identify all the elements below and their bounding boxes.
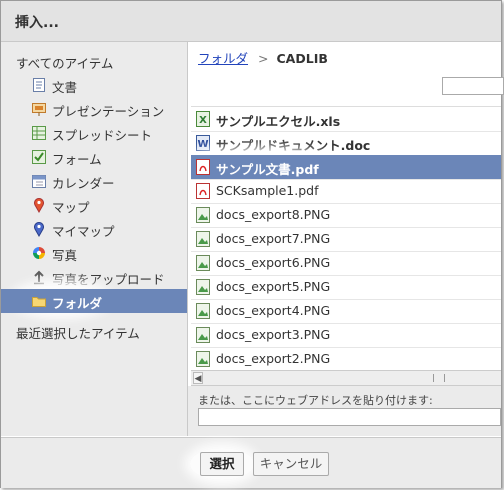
sidebar-item-label: フォルダ <box>52 296 103 311</box>
document-icon <box>33 78 45 92</box>
file-list: X サンプルエクセル.xls W サンプルドキュメント.doc サンプル文書.p… <box>191 106 501 371</box>
file-row[interactable]: SCKsample1.pdf <box>191 179 501 204</box>
search-input[interactable] <box>442 77 504 95</box>
file-name: docs_export3.PNG <box>216 327 331 342</box>
sidebar-item-label: 文書 <box>52 80 78 95</box>
presentation-icon <box>32 103 46 116</box>
image-file-icon <box>196 279 210 295</box>
insert-dialog: 挿入... すべてのアイテム 文書 プレゼンテーション スプレッドシート フォー… <box>0 0 504 488</box>
file-row[interactable]: docs_export8.PNG <box>191 203 501 228</box>
scrollbar-grip-icon[interactable] <box>433 374 445 382</box>
file-name: サンプル文書.pdf <box>216 162 319 177</box>
file-row[interactable]: docs_export6.PNG <box>191 251 501 276</box>
upload-icon <box>34 270 44 285</box>
file-row[interactable]: docs_export2.PNG <box>191 347 501 371</box>
pdf-file-icon <box>196 183 210 199</box>
sidebar-recent-items[interactable]: 最近選択したアイテム <box>16 323 140 342</box>
main-panel: フォルダ > CADLIB X サンプルエクセル.xls W サンプルドキュメント.… <box>188 42 504 436</box>
sidebar-item-label: スプレッドシート <box>52 128 153 143</box>
breadcrumb-link-folders[interactable]: フォルダ <box>198 51 248 66</box>
sidebar-item-documents[interactable]: 文書 <box>1 73 187 97</box>
file-row[interactable]: サンプル文書.pdf <box>191 155 501 180</box>
breadcrumb: フォルダ > CADLIB <box>198 48 328 67</box>
sidebar: すべてのアイテム 文書 プレゼンテーション スプレッドシート フォーム カレンダ… <box>1 42 188 436</box>
sidebar-heading-all-items[interactable]: すべてのアイテム <box>16 53 113 72</box>
file-row[interactable]: W サンプルドキュメント.doc <box>191 131 501 156</box>
svg-text:W: W <box>197 139 208 150</box>
file-name: docs_export5.PNG <box>216 279 331 294</box>
image-file-icon <box>196 231 210 247</box>
file-name: サンプルドキュメント.doc <box>216 138 371 153</box>
dialog-title: 挿入... <box>15 15 59 31</box>
map-pin-icon <box>34 198 44 213</box>
select-button[interactable]: 選択 <box>200 452 244 476</box>
url-input[interactable] <box>198 408 501 426</box>
scroll-left-arrow-icon[interactable]: ◀ <box>193 372 203 384</box>
my-map-pin-icon <box>34 222 44 237</box>
sidebar-item-label: マイマップ <box>52 224 115 239</box>
dialog-footer: 選択 キャンセル <box>1 437 501 488</box>
image-file-icon <box>196 303 210 319</box>
image-file-icon <box>196 255 210 271</box>
sidebar-item-spreadsheets[interactable]: スプレッドシート <box>1 121 187 145</box>
word-file-icon: W <box>196 135 210 151</box>
pdf-file-icon <box>196 159 210 175</box>
file-row[interactable]: docs_export5.PNG <box>191 275 501 300</box>
folder-icon <box>32 297 46 307</box>
sidebar-item-my-maps[interactable]: マイマップ <box>1 217 187 241</box>
file-name: docs_export8.PNG <box>216 207 331 222</box>
image-file-icon <box>196 327 210 343</box>
spreadsheet-icon <box>32 126 46 140</box>
file-name: docs_export2.PNG <box>216 351 331 366</box>
file-row[interactable]: X サンプルエクセル.xls <box>191 107 501 132</box>
sidebar-item-forms[interactable]: フォーム <box>1 145 187 169</box>
file-row[interactable]: docs_export3.PNG <box>191 323 501 348</box>
sidebar-item-calendar[interactable]: カレンダー <box>1 169 187 193</box>
sidebar-item-label: 写真をアップロード <box>52 272 165 287</box>
image-file-icon <box>196 351 210 367</box>
sidebar-item-folders[interactable]: フォルダ <box>1 289 187 313</box>
file-name: docs_export4.PNG <box>216 303 331 318</box>
file-row[interactable]: docs_export7.PNG <box>191 227 501 252</box>
sidebar-item-label: カレンダー <box>52 176 115 191</box>
sidebar-item-label: マップ <box>52 200 90 215</box>
url-section: または、ここにウェブアドレスを貼り付けます: <box>188 386 501 436</box>
file-row[interactable]: docs_export4.PNG <box>191 299 501 324</box>
horizontal-scrollbar[interactable]: ◀ <box>191 370 501 386</box>
calendar-icon <box>32 175 46 188</box>
url-label: または、ここにウェブアドレスを貼り付けます: <box>198 394 433 407</box>
image-file-icon <box>196 207 210 223</box>
cancel-button[interactable]: キャンセル <box>253 452 329 476</box>
breadcrumb-current: CADLIB <box>276 51 328 66</box>
form-icon <box>32 150 46 164</box>
breadcrumb-separator: > <box>258 51 269 66</box>
file-name: docs_export6.PNG <box>216 255 331 270</box>
sidebar-item-presentations[interactable]: プレゼンテーション <box>1 97 187 121</box>
sidebar-item-label: フォーム <box>52 152 102 167</box>
sidebar-item-label: 写真 <box>52 248 78 263</box>
excel-file-icon: X <box>196 111 210 127</box>
sidebar-item-maps[interactable]: マップ <box>1 193 187 217</box>
file-name: docs_export7.PNG <box>216 231 331 246</box>
sidebar-item-upload-photos[interactable]: 写真をアップロード <box>1 265 187 289</box>
file-name: サンプルエクセル.xls <box>216 114 341 129</box>
file-name: SCKsample1.pdf <box>216 183 319 198</box>
dialog-titlebar: 挿入... <box>1 1 501 42</box>
sidebar-item-label: プレゼンテーション <box>52 104 165 119</box>
sidebar-item-photos[interactable]: 写真 <box>1 241 187 265</box>
svg-text:X: X <box>199 115 207 126</box>
photo-icon <box>33 247 45 259</box>
